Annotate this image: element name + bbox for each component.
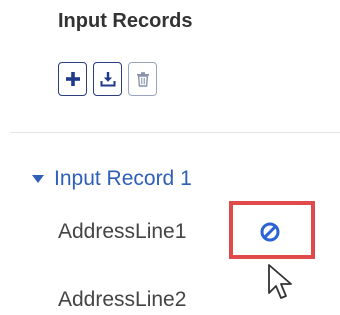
input-records-panel: Input Records Input Record 1 AddressLine… [0, 0, 340, 313]
panel-title: Input Records [58, 10, 193, 32]
exclude-field-button[interactable] [257, 219, 283, 245]
add-record-button[interactable] [58, 62, 87, 96]
field-label: AddressLine1 [58, 220, 187, 243]
field-label: AddressLine2 [58, 288, 187, 311]
caret-down-icon [32, 175, 44, 183]
exclude-icon [260, 222, 280, 242]
field-row-addressline2: AddressLine2 [58, 285, 186, 315]
section-divider [10, 132, 340, 133]
trash-icon [136, 72, 149, 87]
mouse-cursor-icon [268, 264, 292, 299]
field-row-addressline1: AddressLine1 [58, 217, 186, 247]
delete-record-button[interactable] [128, 62, 157, 96]
download-icon [100, 72, 115, 87]
record-title: Input Record 1 [54, 167, 192, 190]
plus-icon [65, 72, 80, 86]
records-toolbar [58, 62, 157, 96]
download-record-button[interactable] [93, 62, 122, 96]
record-toggle[interactable]: Input Record 1 [32, 166, 192, 192]
